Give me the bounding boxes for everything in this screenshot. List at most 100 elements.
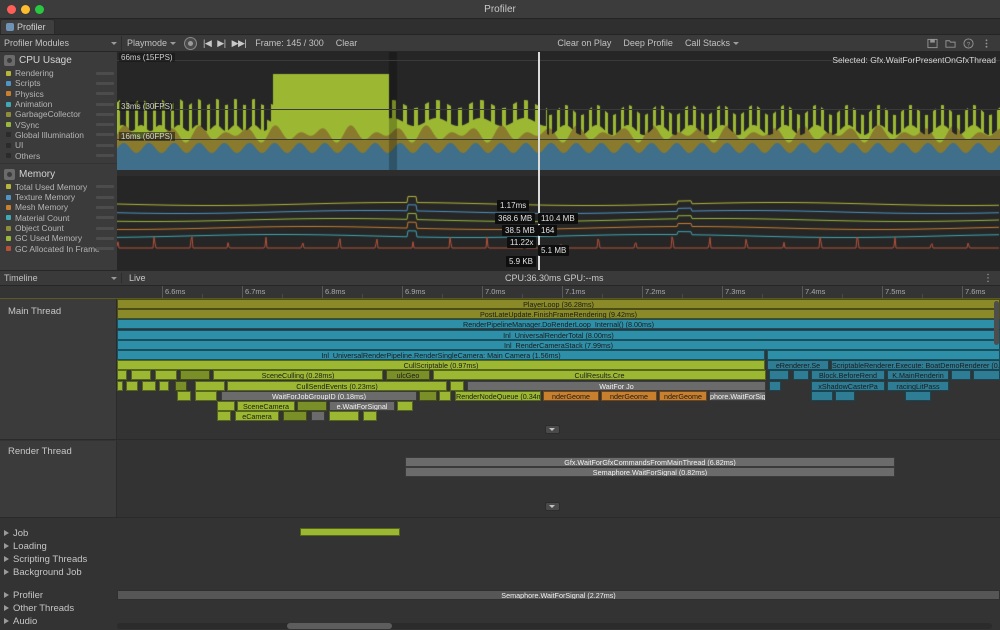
timeline-sample[interactable]: nderGeome <box>543 391 599 401</box>
timeline-sample[interactable] <box>419 391 437 401</box>
timeline-sample[interactable]: ScriptableRenderer.Execute: BoatDemoRend… <box>831 360 1000 370</box>
timeline-sample[interactable] <box>973 370 1000 380</box>
timeline-sample[interactable] <box>195 381 225 391</box>
tab-profiler[interactable]: Profiler <box>0 19 55 34</box>
chart-playhead[interactable] <box>538 52 540 270</box>
cpu-legend-item[interactable]: VSync <box>0 119 117 129</box>
thread-group-background-job[interactable]: Background Job <box>0 566 1000 578</box>
prev-frame-button[interactable]: |◀ <box>200 38 214 49</box>
timeline-sample[interactable] <box>283 411 307 421</box>
timeline-sample[interactable]: racingLitPass <box>887 381 949 391</box>
timeline-sample[interactable] <box>142 381 156 391</box>
timeline-sample[interactable]: RenderNodeQueue (0.34ms) <box>455 391 541 401</box>
help-icon[interactable]: ? <box>963 38 974 49</box>
timeline-sample[interactable] <box>767 350 1000 360</box>
record-button[interactable] <box>184 37 197 50</box>
chevron-right-icon[interactable] <box>4 605 9 611</box>
memory-module-header[interactable]: Memory <box>0 166 117 182</box>
timeline-sample[interactable] <box>835 391 855 401</box>
timeline-sample[interactable]: e.WaitForSignal <box>329 401 395 411</box>
timeline-sample[interactable] <box>439 391 451 401</box>
cpu-legend-item[interactable]: UI <box>0 140 117 150</box>
timeline-sample[interactable] <box>117 370 127 380</box>
timeline-sample[interactable]: ulcGeo <box>386 370 430 380</box>
cpu-legend-item[interactable]: Global Illumination <box>0 130 117 140</box>
memory-legend-item[interactable]: Material Count <box>0 213 117 223</box>
thread-group-scripting-threads[interactable]: Scripting Threads <box>0 553 1000 565</box>
chevron-right-icon[interactable] <box>4 543 9 549</box>
timeline-sample[interactable]: phore.WaitForSignal (0.1 <box>709 391 766 401</box>
timeline-sample[interactable] <box>155 370 177 380</box>
cpu-usage-module-header[interactable]: CPU Usage <box>0 52 117 68</box>
thread-label-main[interactable]: Main Thread <box>0 299 117 439</box>
timeline-sample[interactable]: PostLateUpdate.FinishFrameRendering (9.4… <box>117 309 1000 319</box>
timeline-sample[interactable]: SceneCamera <box>237 401 295 411</box>
timeline-sample[interactable]: Inl_UniversalRenderTotal (8.00ms) <box>117 330 1000 340</box>
timeline-sample[interactable]: CullResults.Cre <box>433 370 766 380</box>
timeline-sample[interactable]: Semaphore.WaitForSignal (0.82ms) <box>405 467 895 477</box>
timeline-sample[interactable]: nderGeome <box>601 391 657 401</box>
live-toggle[interactable]: Live <box>122 273 153 283</box>
clear-on-play-button[interactable]: Clear on Play <box>551 36 617 51</box>
timeline-sample[interactable]: xShadowCasterPa <box>811 381 885 391</box>
timeline-view-dropdown[interactable]: Timeline <box>0 273 122 283</box>
timeline-sample[interactable]: eRenderer.Se <box>767 360 829 370</box>
timeline-sample[interactable] <box>769 370 789 380</box>
timeline-sample[interactable] <box>131 370 151 380</box>
timeline-sample[interactable] <box>126 381 138 391</box>
timeline-sample[interactable] <box>217 411 231 421</box>
playmode-dropdown[interactable]: Playmode <box>122 36 181 51</box>
timeline-sample[interactable]: PlayerLoop (36.28ms) <box>117 299 1000 309</box>
timeline-sample[interactable] <box>300 528 400 536</box>
timeline-kebab-icon[interactable]: ⋮ <box>983 273 994 284</box>
cpu-legend-item[interactable]: Scripts <box>0 78 117 88</box>
clear-button[interactable]: Clear <box>330 36 364 51</box>
cpu-legend-item[interactable]: GarbageCollector <box>0 109 117 119</box>
cpu-legend-item[interactable]: Physics <box>0 89 117 99</box>
cpu-usage-chart[interactable]: 66ms (15FPS) 33ms (30FPS) 16ms (60FPS) S… <box>117 52 1000 170</box>
timeline-sample[interactable]: Block.BeforeRend <box>811 370 885 380</box>
thread-group-job[interactable]: Job <box>0 527 1000 539</box>
thread-timeline[interactable]: Main Thread PlayerLoop (36.28ms)PostLate… <box>0 299 1000 630</box>
memory-legend-item[interactable]: Object Count <box>0 223 117 233</box>
timeline-sample[interactable]: nderGeome <box>659 391 707 401</box>
memory-legend-item[interactable]: GC Used Memory <box>0 233 117 243</box>
vertical-scrollbar[interactable] <box>994 301 999 345</box>
main-thread-resize-handle[interactable] <box>545 425 560 434</box>
timeline-sample[interactable]: Semaphore.WaitForSignal (2.27ms) <box>117 590 1000 600</box>
timeline-sample[interactable] <box>180 370 210 380</box>
timeline-sample[interactable] <box>117 381 123 391</box>
timeline-sample[interactable] <box>329 411 359 421</box>
memory-legend-item[interactable]: GC Allocated In Frame <box>0 243 117 253</box>
chevron-right-icon[interactable] <box>4 530 9 536</box>
timeline-sample[interactable] <box>951 370 971 380</box>
timeline-sample[interactable] <box>175 381 187 391</box>
timeline-sample[interactable] <box>397 401 413 411</box>
timeline-sample[interactable]: eCamera <box>235 411 279 421</box>
time-ruler[interactable]: 6.6ms6.7ms6.8ms6.9ms7.0ms7.1ms7.2ms7.3ms… <box>0 286 1000 299</box>
next-frame-button[interactable]: ▶| <box>214 38 228 49</box>
kebab-menu-icon[interactable] <box>981 38 992 49</box>
cpu-legend-item[interactable]: Rendering <box>0 68 117 78</box>
timeline-sample[interactable] <box>311 411 325 421</box>
horizontal-scrollbar[interactable] <box>117 623 992 629</box>
memory-legend-item[interactable]: Total Used Memory <box>0 182 117 192</box>
timeline-sample[interactable]: Gfx.WaitForGfxCommandsFromMainThread (6.… <box>405 457 895 467</box>
thread-group-other-threads[interactable]: Other Threads <box>0 602 1000 614</box>
timeline-sample[interactable]: WaitFor Jo <box>467 381 766 391</box>
timeline-sample[interactable]: Inl_RenderCameraStack (7.99ms) <box>117 340 1000 350</box>
save-icon[interactable] <box>927 38 938 49</box>
timeline-sample[interactable]: CullSendEvents (0.23ms) <box>227 381 447 391</box>
thread-group-loading[interactable]: Loading <box>0 540 1000 552</box>
timeline-sample[interactable] <box>905 391 931 401</box>
timeline-sample[interactable] <box>159 381 169 391</box>
scrollbar-thumb[interactable] <box>287 623 392 629</box>
cpu-legend-item[interactable]: Others <box>0 150 117 160</box>
timeline-sample[interactable] <box>297 401 327 411</box>
timeline-sample[interactable] <box>793 370 809 380</box>
thread-label-render[interactable]: Render Thread <box>0 441 117 517</box>
deep-profile-button[interactable]: Deep Profile <box>617 36 679 51</box>
timeline-sample[interactable]: RenderPipelineManager.DoRenderLoop_Inter… <box>117 319 1000 329</box>
timeline-sample[interactable] <box>769 381 781 391</box>
timeline-sample[interactable]: CullScriptable (0.97ms) <box>117 360 765 370</box>
